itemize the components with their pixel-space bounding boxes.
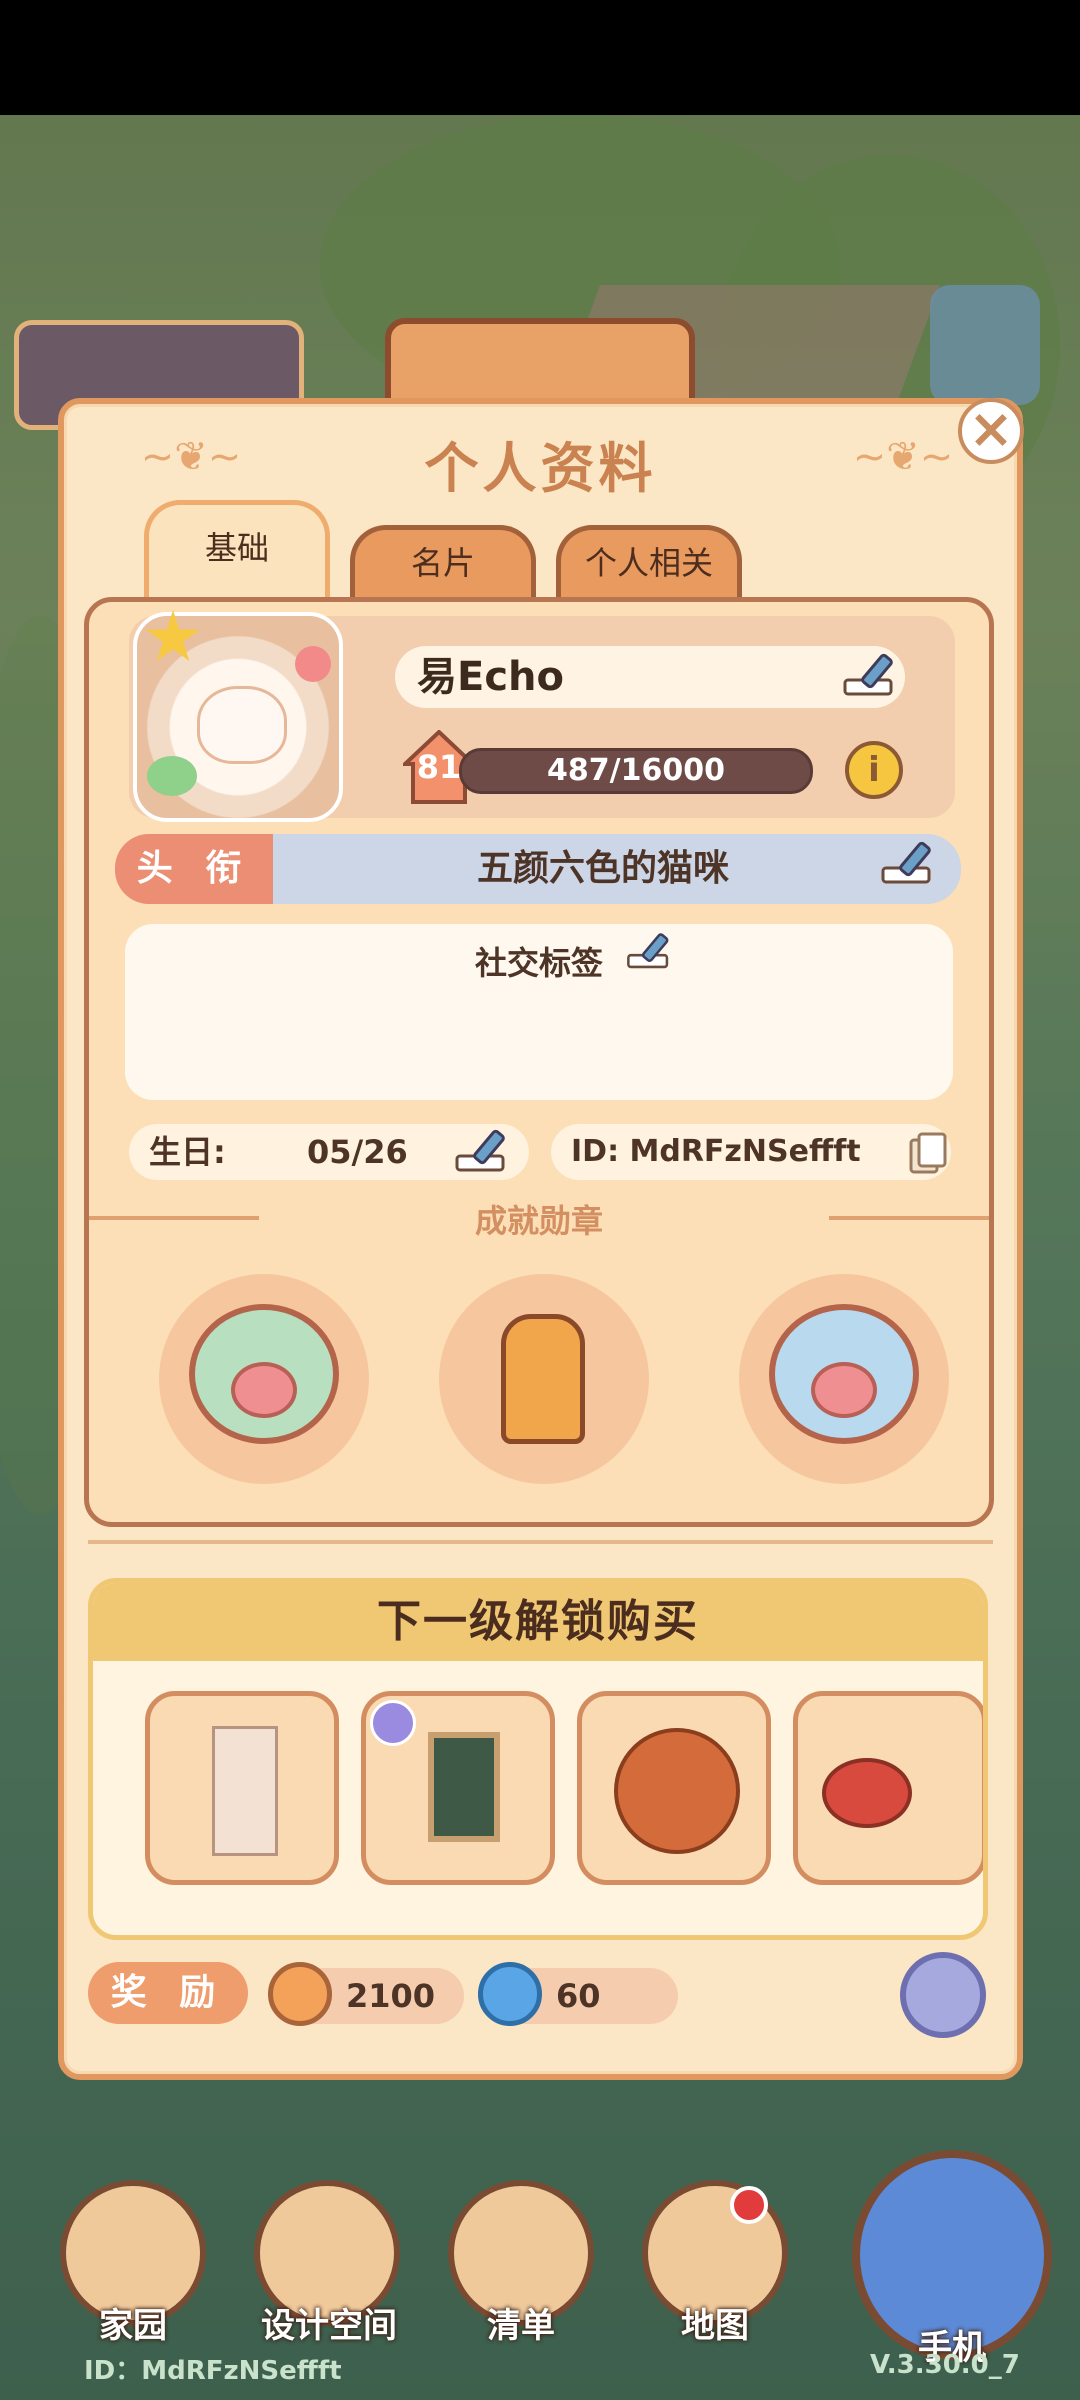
version-label: V.3.30.0_7 <box>870 2350 1020 2380</box>
bookshelf-icon <box>212 1726 278 1856</box>
unlock-title: 下一级解锁购买 <box>93 1583 983 1661</box>
easel-item[interactable] <box>361 1691 555 1885</box>
edit-name-icon[interactable] <box>841 650 903 700</box>
social-tags-label: 社交标签 <box>474 944 603 982</box>
rewards-row: 奖 励 2100 60 <box>88 1962 988 2032</box>
swirl-gem-icon <box>478 1962 542 2026</box>
xp-progress-bar: 487/16000 <box>459 748 813 794</box>
nav-list-label: 清单 <box>487 2306 555 2346</box>
notification-dot <box>730 2186 768 2224</box>
basketball-item[interactable] <box>577 1691 771 1885</box>
title-value: 五颜六色的猫咪 <box>476 848 729 889</box>
coin-icon <box>268 1962 332 2026</box>
tab-card[interactable]: 名片 <box>350 525 536 597</box>
edit-birthday-icon[interactable] <box>453 1126 515 1176</box>
paddle-icon <box>822 1758 912 1828</box>
title-label: 头 衔 <box>115 834 273 904</box>
copy-icon[interactable] <box>909 1132 947 1174</box>
bookshelf-item[interactable] <box>145 1691 339 1885</box>
footer-player-id: ID：MdRFzNSeffft <box>84 2356 342 2386</box>
cat-icon <box>197 686 287 764</box>
basic-info-card: 易Echo 81 487/16000 i 头 衔 五颜六色的猫咪 社交标签 生日… <box>84 597 994 1527</box>
id-pill: ID: MdRFzNSeffft <box>551 1124 951 1180</box>
blue-paw-badge[interactable] <box>739 1274 949 1484</box>
title-row[interactable]: 头 衔 五颜六色的猫咪 <box>115 834 961 904</box>
tab-basic[interactable]: 基础 <box>144 500 330 600</box>
unlock-item-list[interactable] <box>145 1683 983 1903</box>
dress-icon <box>501 1314 585 1444</box>
unlock-section: 下一级解锁购买 <box>88 1578 988 1940</box>
event-icon[interactable] <box>930 285 1040 405</box>
achievements-header: 成就勋章 <box>89 1196 989 1240</box>
birthday-value: 05/26 <box>307 1133 408 1171</box>
section-divider <box>88 1540 993 1546</box>
rewards-label: 奖 励 <box>88 1962 248 2024</box>
edit-tags-icon[interactable] <box>625 930 677 972</box>
basketball-icon <box>614 1728 740 1854</box>
player-id: ID: MdRFzNSeffft <box>571 1134 861 1169</box>
achievements-title: 成就勋章 <box>474 1202 603 1240</box>
easel-icon <box>428 1732 500 1842</box>
edit-title-icon[interactable] <box>879 838 941 888</box>
info-icon[interactable]: i <box>845 741 903 799</box>
gear-icon[interactable] <box>900 1952 986 2038</box>
green-paw-badge[interactable] <box>159 1274 369 1484</box>
star-icon <box>146 610 200 661</box>
furniture-tag-icon <box>370 1700 416 1746</box>
paw-icon <box>811 1362 877 1418</box>
tab-personal[interactable]: 个人相关 <box>556 525 742 597</box>
panel-title: 个人资料 <box>424 437 657 500</box>
birthday-label: 生日: <box>149 1133 226 1171</box>
avatar[interactable] <box>133 610 343 822</box>
nav-map-label: 地图 <box>681 2306 749 2346</box>
social-tags-box[interactable]: 社交标签 <box>125 924 953 1100</box>
close-icon[interactable]: × <box>958 398 1024 464</box>
ping-pong-item[interactable] <box>793 1691 983 1885</box>
nav-design-label: 设计空间 <box>261 2306 397 2346</box>
outfit-badge[interactable] <box>439 1274 649 1484</box>
player-name: 易Echo <box>395 646 905 708</box>
paw-icon <box>231 1362 297 1418</box>
nav-home-label: 家园 <box>99 2306 167 2346</box>
status-bar <box>0 0 1080 115</box>
